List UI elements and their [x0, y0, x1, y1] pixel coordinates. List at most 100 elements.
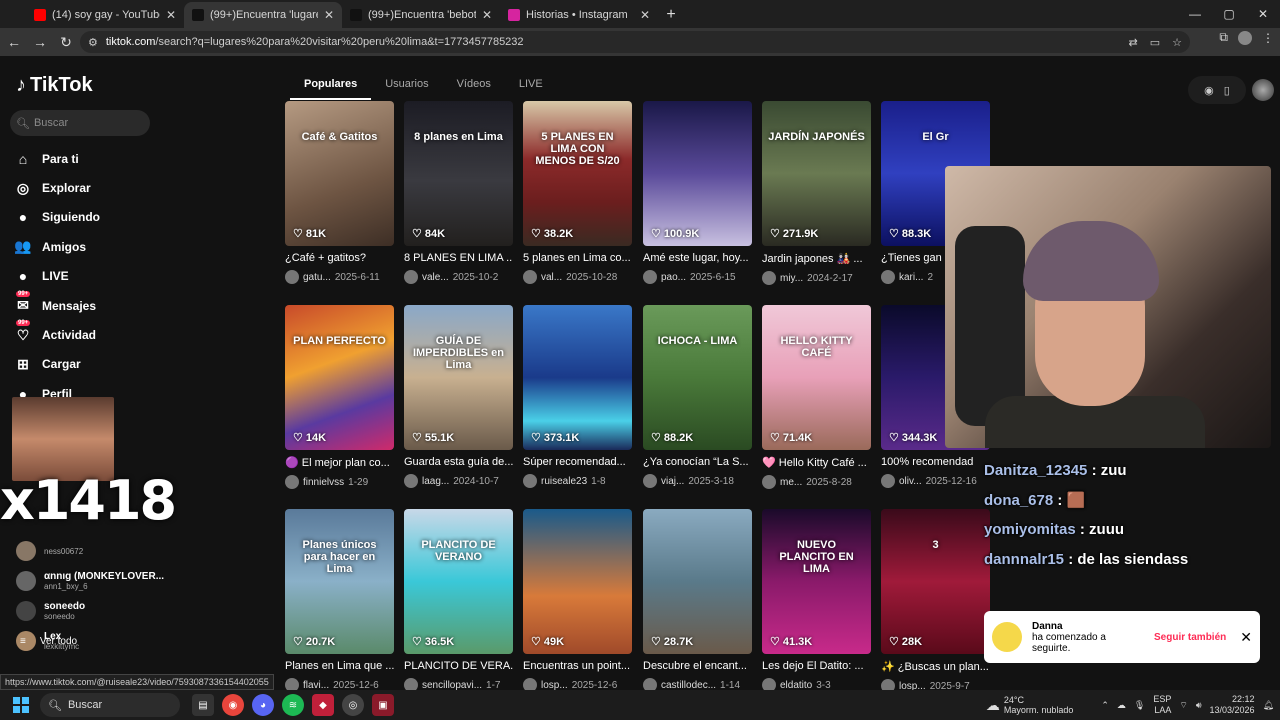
- video-card[interactable]: ♡ 373.1K Súper recomendad... ruiseale23 1-8: [523, 305, 632, 488]
- video-title[interactable]: 8 PLANES EN LIMA ...: [404, 252, 513, 264]
- avatar[interactable]: [762, 271, 776, 285]
- file-explorer-icon[interactable]: ▤: [192, 694, 214, 716]
- video-thumbnail[interactable]: Café & Gatitos ♡ 81K: [285, 101, 394, 246]
- video-author[interactable]: castillodec...: [661, 680, 716, 691]
- video-title[interactable]: ¿Ya conocían “La S...: [643, 456, 752, 468]
- close-window-icon[interactable]: ✕: [1246, 0, 1280, 28]
- windows-start-icon[interactable]: [10, 694, 32, 716]
- avatar[interactable]: [643, 474, 657, 488]
- avatar[interactable]: [881, 270, 895, 284]
- video-title[interactable]: Jardin japones 🎎 ...: [762, 252, 871, 265]
- video-thumbnail[interactable]: 8 planes en Lima ♡ 84K: [404, 101, 513, 246]
- weather-widget[interactable]: ☁ 24°C Mayorm. nublado: [986, 695, 1074, 715]
- avatar[interactable]: [643, 270, 657, 284]
- video-author[interactable]: laag...: [422, 476, 449, 487]
- tab-close-icon[interactable]: ✕: [166, 8, 176, 22]
- following-item[interactable]: ness00672: [16, 536, 176, 566]
- avatar[interactable]: [762, 678, 776, 690]
- tab-populares[interactable]: Populares: [290, 76, 372, 100]
- video-author[interactable]: losp...: [899, 681, 926, 691]
- browser-tab[interactable]: Historias • Instagram ✕: [500, 2, 658, 28]
- video-title[interactable]: 🟣 El mejor plan co...: [285, 456, 394, 469]
- avatar[interactable]: [285, 270, 299, 284]
- video-author[interactable]: viaj...: [661, 476, 684, 487]
- browser-menu-icon[interactable]: ⋮: [1262, 31, 1274, 45]
- user-avatar[interactable]: [1252, 79, 1274, 101]
- video-card[interactable]: Planes únicos para hacer en Lima ♡ 20.7K Pl…: [285, 509, 394, 690]
- search-input[interactable]: 🔍︎ Buscar: [10, 110, 150, 136]
- avatar[interactable]: [762, 475, 776, 489]
- video-thumbnail[interactable]: JARDÍN JAPONÉS ♡ 271.9K: [762, 101, 871, 246]
- video-author[interactable]: gatu...: [303, 272, 331, 283]
- video-title[interactable]: 5 planes en Lima co...: [523, 252, 632, 264]
- following-item[interactable]: soneedo soneedo: [16, 596, 176, 626]
- video-title[interactable]: ✨ ¿Buscas un plan...: [881, 660, 990, 673]
- video-card[interactable]: JARDÍN JAPONÉS ♡ 271.9K Jardin japones 🎎 ..…: [762, 101, 871, 285]
- video-title[interactable]: 🩷 Hello Kitty Café ...: [762, 456, 871, 469]
- video-title[interactable]: Encuentras un point...: [523, 660, 632, 672]
- avatar[interactable]: [285, 678, 299, 690]
- translate-icon[interactable]: ⇄: [1129, 36, 1138, 49]
- video-author[interactable]: miy...: [780, 273, 803, 284]
- video-author[interactable]: me...: [780, 477, 802, 488]
- new-tab-button[interactable]: +: [658, 2, 684, 28]
- cloud-sync-icon[interactable]: ☁: [1117, 700, 1126, 711]
- browser-tab[interactable]: (99+)Encuentra 'bebote se besa ✕: [342, 2, 500, 28]
- site-info-icon[interactable]: ⚙: [88, 36, 98, 49]
- video-author[interactable]: sencillopavi...: [422, 680, 482, 691]
- sidebar-item-explorar[interactable]: ◎ Explorar: [14, 173, 174, 202]
- tab-close-icon[interactable]: ✕: [324, 8, 334, 22]
- video-thumbnail[interactable]: PLAN PERFECTO ♡ 14K: [285, 305, 394, 450]
- video-card[interactable]: GUÍA DE IMPERDIBLES en Lima ♡ 55.1K Guarda …: [404, 305, 513, 488]
- sidebar-item-live[interactable]: ● LIVE: [14, 262, 174, 291]
- bookmark-star-icon[interactable]: ☆: [1172, 36, 1182, 49]
- video-thumbnail[interactable]: ♡ 373.1K: [523, 305, 632, 450]
- video-card[interactable]: ♡ 49K Encuentras un point... losp... 2025-12…: [523, 509, 632, 690]
- video-author[interactable]: ruiseale23: [541, 476, 587, 487]
- video-thumbnail[interactable]: ♡ 28.7K: [643, 509, 752, 654]
- chrome-icon[interactable]: ◉: [222, 694, 244, 716]
- video-card[interactable]: PLANCITO DE VERANO ♡ 36.5K PLANCITO DE VERA…: [404, 509, 513, 690]
- video-thumbnail[interactable]: HELLO KITTY CAFÉ ♡ 71.4K: [762, 305, 871, 450]
- video-thumbnail[interactable]: PLANCITO DE VERANO ♡ 36.5K: [404, 509, 513, 654]
- game-app-icon[interactable]: ▣: [372, 694, 394, 716]
- video-author[interactable]: val...: [541, 272, 562, 283]
- video-card[interactable]: 3 ♡ 28K ✨ ¿Buscas un plan... losp... 2025-9-7: [881, 509, 990, 690]
- maximize-icon[interactable]: ▢: [1212, 0, 1246, 28]
- video-thumbnail[interactable]: ♡ 49K: [523, 509, 632, 654]
- reload-icon[interactable]: ↻: [54, 30, 78, 54]
- notification-bell-icon[interactable]: 🔔︎: [1263, 700, 1274, 711]
- coins-icon[interactable]: ◉: [1204, 84, 1214, 97]
- video-thumbnail[interactable]: Planes únicos para hacer en Lima ♡ 20.7K: [285, 509, 394, 654]
- video-title[interactable]: 100% recomendad: [881, 456, 990, 468]
- device-icon[interactable]: ▯: [1224, 84, 1230, 97]
- video-card[interactable]: ICHOCA - LIMA ♡ 88.2K ¿Ya conocían “La S...…: [643, 305, 752, 488]
- chevron-up-icon[interactable]: ⌃: [1101, 700, 1109, 711]
- sidebar-item-para-ti[interactable]: ⌂ Para ti: [14, 144, 174, 173]
- sidebar-item-mensajes[interactable]: ✉ 99+ Mensajes: [14, 290, 174, 320]
- avatar[interactable]: [523, 270, 537, 284]
- video-card[interactable]: NUEVO PLANCITO EN LIMA ♡ 41.3K Les dejo El …: [762, 509, 871, 690]
- video-author[interactable]: pao...: [661, 272, 686, 283]
- video-thumbnail[interactable]: 5 PLANES EN LIMA CON MENOS DE S/20 ♡ 38.2K: [523, 101, 632, 246]
- avatar[interactable]: [523, 678, 537, 690]
- video-thumbnail[interactable]: GUÍA DE IMPERDIBLES en Lima ♡ 55.1K: [404, 305, 513, 450]
- video-author[interactable]: flavi...: [303, 680, 329, 691]
- cast-icon[interactable]: ▭: [1150, 36, 1160, 49]
- tab-close-icon[interactable]: ✕: [640, 8, 650, 22]
- back-icon[interactable]: ←: [2, 30, 26, 54]
- sidebar-item-amigos[interactable]: 👥 Amigos: [14, 232, 174, 261]
- video-thumbnail[interactable]: 3 ♡ 28K: [881, 509, 990, 654]
- browser-tab[interactable]: (14) soy gay - YouTube ✕: [26, 2, 184, 28]
- see-all-link[interactable]: ≡ Ver todo: [20, 636, 77, 647]
- tiktok-logo[interactable]: ♪ TikTok: [16, 74, 93, 97]
- following-item[interactable]: αnnıg (MONKEYLOVER... ann1_bxy_6: [16, 566, 176, 596]
- close-icon[interactable]: ✕: [1240, 629, 1252, 646]
- tab-vídeos[interactable]: Vídeos: [443, 76, 505, 100]
- avatar[interactable]: [881, 679, 895, 690]
- profile-avatar[interactable]: [1238, 30, 1252, 45]
- volume-icon[interactable]: 🔊︎: [1196, 700, 1202, 711]
- tab-usuarios[interactable]: Usuarios: [371, 76, 442, 100]
- video-author[interactable]: vale...: [422, 272, 449, 283]
- video-thumbnail[interactable]: ICHOCA - LIMA ♡ 88.2K: [643, 305, 752, 450]
